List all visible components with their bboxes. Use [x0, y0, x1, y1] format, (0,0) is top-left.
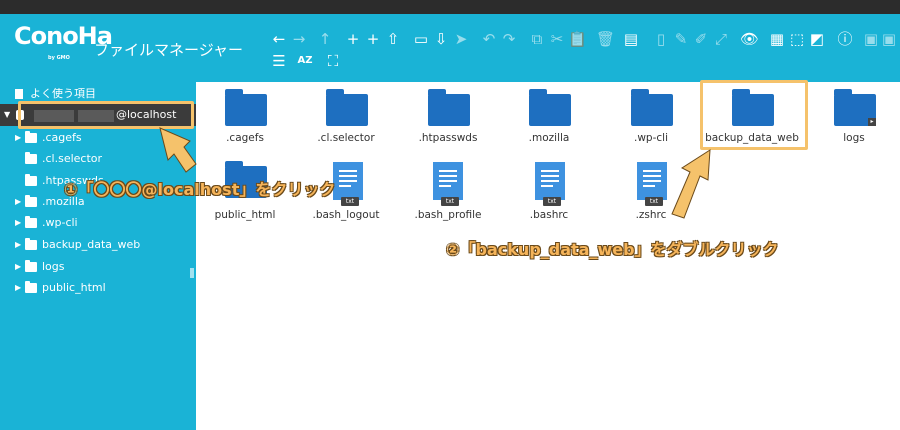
- folder-icon: [25, 131, 37, 143]
- file-name: public_html: [214, 209, 276, 221]
- caret-right-icon[interactable]: ▶: [15, 257, 21, 277]
- download-icon[interactable]: ⇩: [432, 30, 450, 48]
- text-file-icon: txt: [433, 162, 463, 206]
- file-name: .wp-cli: [634, 132, 668, 144]
- file-type-tag: txt: [645, 197, 663, 206]
- list-view-icon[interactable]: ☰: [270, 52, 288, 70]
- rename-icon[interactable]: ✎: [672, 30, 690, 48]
- new-file-icon[interactable]: +: [364, 30, 382, 48]
- sidebar-item-label: .cagefs: [42, 131, 82, 144]
- text-file-icon: txt: [333, 162, 363, 206]
- file-icon[interactable]: ▯: [652, 30, 670, 48]
- caret-right-icon[interactable]: ▶: [15, 128, 21, 148]
- file-type-tag: txt: [341, 197, 359, 206]
- step2-annotation: ②「backup_data_web」をダブルクリック: [446, 240, 779, 259]
- invert-selection-icon[interactable]: ◩: [808, 30, 826, 48]
- file-name: .bash_profile: [414, 209, 482, 221]
- paste-icon[interactable]: 📋: [568, 30, 587, 48]
- fullscreen-icon[interactable]: ⛶: [324, 52, 342, 70]
- text-file-icon: txt: [637, 162, 667, 206]
- caret-right-icon[interactable]: ▶: [15, 213, 21, 233]
- caret-right-icon[interactable]: ▶: [15, 235, 21, 255]
- folder-icon: [25, 216, 37, 228]
- logo-subtitle: by GMO: [48, 55, 70, 61]
- file-name: .cagefs: [226, 132, 264, 144]
- open-folder-icon[interactable]: ▭: [412, 30, 430, 48]
- caret-right-icon[interactable]: ▶: [15, 192, 21, 212]
- folder-icon: [25, 152, 37, 164]
- file-type-tag: txt: [543, 197, 561, 206]
- file-name: .zshrc: [635, 209, 667, 221]
- select-all-icon[interactable]: ▦: [768, 30, 786, 48]
- highlight-root: [18, 101, 194, 129]
- sidebar-item-label: logs: [42, 260, 65, 273]
- folder-icon: [529, 89, 571, 126]
- redo-icon[interactable]: ↷: [500, 30, 518, 48]
- folder-icon: [225, 89, 267, 126]
- app-title: ファイルマネージャー: [94, 41, 243, 59]
- forward-arrow-icon[interactable]: →: [290, 30, 308, 48]
- back-arrow-icon[interactable]: ←: [270, 30, 288, 48]
- symlink-badge-icon: ▸: [868, 118, 876, 126]
- folder-icon: [25, 281, 37, 293]
- file-name: .bash_logout: [312, 209, 380, 221]
- cut-icon[interactable]: ✂: [548, 30, 566, 48]
- file-name: logs: [843, 132, 865, 144]
- extract-icon[interactable]: ▣: [880, 30, 898, 48]
- text-file-icon: txt: [535, 162, 565, 206]
- folder-icon: [428, 89, 470, 126]
- preview-eye-icon[interactable]: 👁: [740, 30, 759, 48]
- sidebar-item-label: backup_data_web: [42, 238, 141, 251]
- file-name: .mozilla: [528, 132, 570, 144]
- folder-icon: [25, 174, 37, 186]
- upload-icon[interactable]: ⇧: [384, 30, 402, 48]
- step1-annotation: ①「〇〇〇@localhost」をクリック: [64, 180, 336, 199]
- delete-icon[interactable]: 🗑: [596, 30, 615, 48]
- folder-icon: [631, 89, 673, 126]
- file-type-tag: txt: [441, 197, 459, 206]
- folder-icon: [326, 89, 368, 126]
- highlight-backup-folder: [700, 80, 808, 150]
- sort-icon[interactable]: AZ: [296, 52, 314, 70]
- undo-icon[interactable]: ↶: [480, 30, 498, 48]
- file-name: .cl.selector: [317, 132, 375, 144]
- caret-right-icon[interactable]: ▶: [15, 278, 21, 298]
- file-name: .htpasswds: [418, 132, 478, 144]
- duplicate-icon[interactable]: ▤: [622, 30, 640, 48]
- caret-down-icon[interactable]: ▼: [4, 105, 10, 125]
- resize-icon[interactable]: ⤢: [712, 30, 730, 48]
- new-folder-icon[interactable]: +: [344, 30, 362, 48]
- folder-icon: [25, 238, 37, 250]
- select-pointer-icon[interactable]: ➤: [452, 30, 470, 48]
- select-none-icon[interactable]: ⬚: [788, 30, 806, 48]
- edit-icon[interactable]: ✐: [692, 30, 710, 48]
- sidebar-item-label: .wp-cli: [42, 216, 78, 229]
- sidebar-resize-handle[interactable]: [190, 268, 194, 278]
- copy-icon[interactable]: ⧉: [528, 30, 546, 48]
- sidebar-item-label: public_html: [42, 281, 106, 294]
- browser-top-bar: [0, 0, 900, 14]
- favorites-icon: [15, 89, 23, 99]
- archive-icon[interactable]: ▣: [862, 30, 880, 48]
- folder-icon: [25, 260, 37, 272]
- up-arrow-icon[interactable]: ↑: [316, 30, 334, 48]
- folder-icon: [25, 195, 37, 207]
- sidebar-item-label: .cl.selector: [42, 152, 103, 165]
- info-icon[interactable]: ⓘ: [836, 30, 854, 48]
- file-name: .bashrc: [529, 209, 569, 221]
